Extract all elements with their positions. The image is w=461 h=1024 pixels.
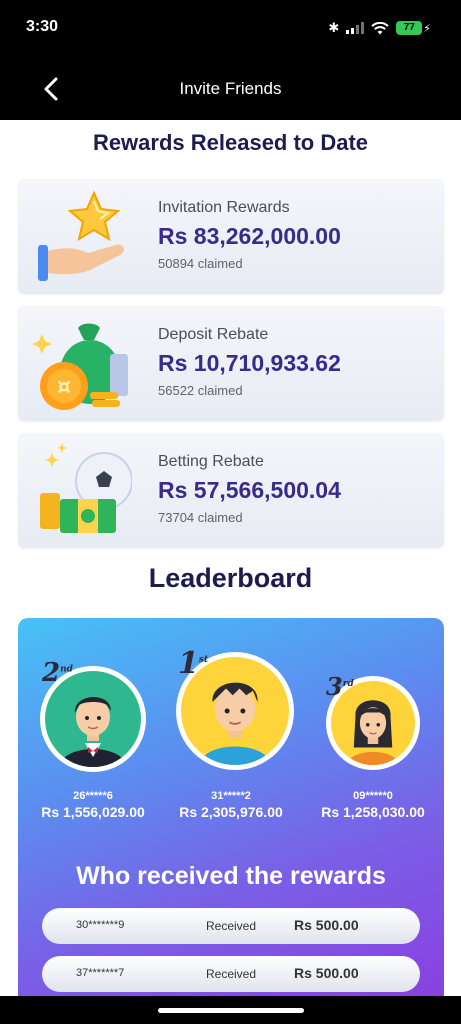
reward-card-invitation[interactable]: Invitation Rewards Rs 83,262,000.00 5089… xyxy=(18,179,444,294)
reward-amount: Rs 10,710,933.62 xyxy=(158,350,341,376)
reward-label: Invitation Rewards xyxy=(158,199,290,216)
reward-claimed-count: 73704 claimed xyxy=(158,510,243,525)
home-indicator[interactable] xyxy=(158,1008,304,1013)
star-hand-icon xyxy=(38,190,124,281)
reward-label: Betting Rebate xyxy=(158,453,264,470)
podium-user-id: 31*****2 xyxy=(211,790,251,802)
rewards-title: Rewards Released to Date xyxy=(92,130,369,155)
rank-number: 2 xyxy=(42,658,61,688)
receiver-status: Received xyxy=(206,967,257,981)
leaderboard-title: Leaderboard xyxy=(148,563,313,593)
battery-level: 77 xyxy=(396,21,423,35)
receiver-amount: Rs 500.00 xyxy=(294,965,359,981)
status-time: 3:30 xyxy=(26,18,59,35)
reward-claimed-count: 50894 claimed xyxy=(158,256,243,271)
receiver-id: 37*******7 xyxy=(76,967,125,979)
rank-number: 3 xyxy=(326,672,343,701)
rank-suffix: nd xyxy=(60,664,73,675)
podium-second: 2nd 26*****6 Rs 1,556,029.00 xyxy=(28,658,158,820)
reward-card-deposit[interactable]: ¤ Deposit Rebate Rs 10,710,933.62 56522 … xyxy=(18,306,444,421)
football-cash-icon xyxy=(40,443,132,533)
receiver-amount: Rs 500.00 xyxy=(294,917,359,933)
signal-icon xyxy=(346,22,365,34)
rank-badge: 1st xyxy=(178,646,208,681)
money-bag-icon: ¤ xyxy=(32,323,128,410)
reward-card-betting[interactable]: Betting Rebate Rs 57,566,500.04 73704 cl… xyxy=(18,433,444,548)
leaderboard-panel: 2nd 26*****6 Rs 1,556,029.00 1st 31*****… xyxy=(18,618,444,1008)
rank-suffix: st xyxy=(198,655,209,665)
podium-user-id: 09*****0 xyxy=(353,790,393,802)
podium-amount: Rs 1,258,030.00 xyxy=(321,804,425,820)
rank-suffix: rd xyxy=(342,679,354,689)
podium-third: 3rd 09*****0 Rs 1,258,030.00 xyxy=(308,668,438,820)
status-icons: ✱ 77 ⚡ xyxy=(328,20,431,36)
podium-amount: Rs 1,556,029.00 xyxy=(41,804,145,820)
receiver-id: 30*******9 xyxy=(76,919,125,931)
receiver-row: 37*******7 Received Rs 500.00 xyxy=(42,956,420,992)
home-indicator-area xyxy=(0,996,461,1024)
rank-badge: 3rd xyxy=(326,672,354,701)
wifi-icon xyxy=(371,21,389,34)
battery-icon: 77 ⚡ xyxy=(396,21,431,35)
page-title: Invite Friends xyxy=(179,79,282,98)
reward-label: Deposit Rebate xyxy=(158,326,269,343)
bluetooth-icon: ✱ xyxy=(328,20,340,35)
status-bar: 3:30 ✱ 77 ⚡ xyxy=(0,0,461,58)
charging-icon: ⚡ xyxy=(423,22,431,35)
svg-text:¤: ¤ xyxy=(57,375,71,400)
nav-bar: Invite Friends xyxy=(0,58,461,120)
podium-user-id: 26*****6 xyxy=(73,790,113,802)
rank-badge: 2nd xyxy=(42,658,73,688)
podium-amount: Rs 2,305,976.00 xyxy=(179,804,283,820)
reward-claimed-count: 56522 claimed xyxy=(158,383,243,398)
reward-amount: Rs 83,262,000.00 xyxy=(158,223,341,249)
podium-first: 1st 31*****2 Rs 2,305,976.00 xyxy=(166,646,296,820)
receivers-title: Who received the rewards xyxy=(76,862,386,890)
reward-amount: Rs 57,566,500.04 xyxy=(158,477,341,503)
rank-number: 1 xyxy=(178,646,199,681)
receiver-status: Received xyxy=(206,919,257,933)
receiver-row: 30*******9 Received Rs 500.00 xyxy=(42,908,420,944)
